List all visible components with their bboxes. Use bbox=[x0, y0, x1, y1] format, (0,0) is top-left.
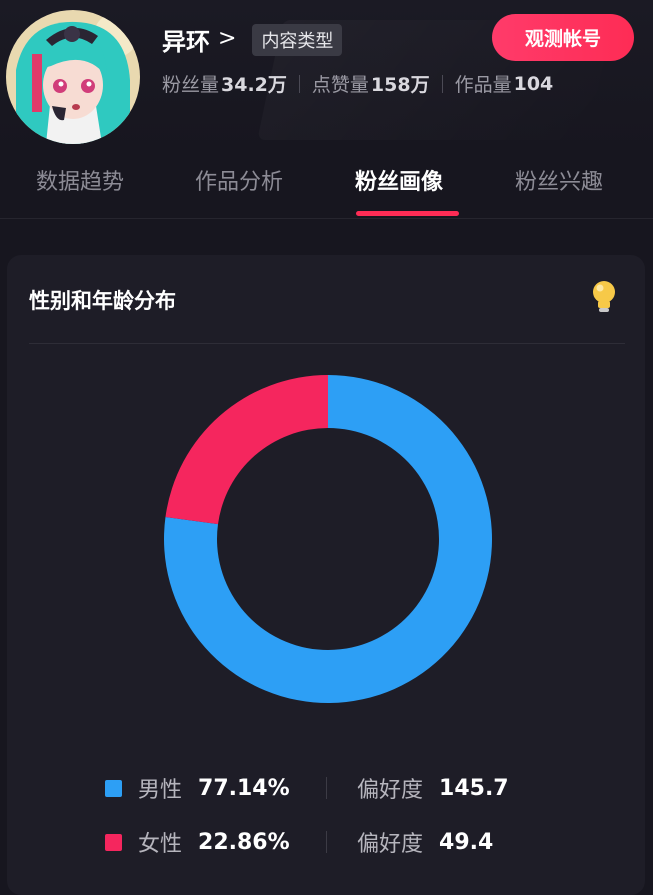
tab-divider bbox=[0, 218, 653, 219]
card-title: 性别和年龄分布 bbox=[29, 289, 176, 313]
tab-works-analysis[interactable]: 作品分析 bbox=[195, 164, 283, 196]
chevron-right-icon[interactable]: > bbox=[218, 26, 236, 51]
legend-preference-label-female: 偏好度 bbox=[357, 832, 424, 857]
active-tab-indicator bbox=[356, 211, 459, 216]
card-divider bbox=[29, 343, 625, 344]
stat-label-works: 作品量 bbox=[454, 74, 512, 96]
observe-account-button[interactable]: 观测帐号 bbox=[492, 14, 634, 61]
avatar[interactable] bbox=[6, 10, 140, 144]
legend-percent-male: 77.14% bbox=[198, 775, 290, 801]
legend-divider bbox=[326, 777, 328, 799]
legend-swatch-male bbox=[105, 779, 122, 797]
profile-name-row[interactable]: 异环 > 内容类型 bbox=[162, 22, 343, 57]
legend-row-male: 男性 77.14% 偏好度 145.7 bbox=[105, 768, 509, 808]
stat-divider bbox=[298, 74, 300, 93]
tab-fan-interests[interactable]: 粉丝兴趣 bbox=[515, 164, 603, 196]
lightbulb-icon[interactable] bbox=[587, 277, 621, 321]
legend-swatch-female bbox=[105, 833, 122, 851]
stat-value-works: 104 bbox=[513, 72, 554, 95]
stat-value-fans: 34.2万 bbox=[221, 74, 287, 96]
tab-bar: 数据趋势 作品分析 粉丝画像 粉丝兴趣 bbox=[0, 150, 653, 220]
profile-stats: 粉丝量 34.2万 点赞量 158万 作品量 104 bbox=[162, 70, 553, 97]
legend-row-female: 女性 22.86% 偏好度 49.4 bbox=[105, 822, 493, 862]
stat-label-fans: 粉丝量 bbox=[162, 74, 220, 96]
legend-preference-value-female: 49.4 bbox=[439, 829, 494, 855]
legend-label-female: 女性 bbox=[138, 832, 183, 857]
gender-donut-chart bbox=[164, 375, 492, 703]
tab-fan-portrait[interactable]: 粉丝画像 bbox=[355, 164, 443, 196]
legend-preference-value-male: 145.7 bbox=[439, 775, 509, 801]
donut-slice-female bbox=[165, 375, 328, 525]
legend-divider bbox=[326, 831, 328, 853]
gender-age-card: 性别和年龄分布 男性 77.14% 偏好度 145.7 女性 22.86% 偏好… bbox=[7, 255, 645, 895]
avatar-image bbox=[6, 10, 140, 144]
stat-divider bbox=[441, 74, 443, 93]
stat-label-likes: 点赞量 bbox=[311, 74, 369, 96]
content-type-badge[interactable]: 内容类型 bbox=[252, 23, 343, 56]
profile-name[interactable]: 异环 bbox=[162, 22, 210, 57]
stat-value-likes: 158万 bbox=[370, 74, 430, 96]
tab-data-trend[interactable]: 数据趋势 bbox=[36, 164, 124, 196]
legend-preference-label-male: 偏好度 bbox=[357, 778, 424, 803]
legend-percent-female: 22.86% bbox=[198, 829, 290, 855]
legend-label-male: 男性 bbox=[138, 778, 183, 803]
